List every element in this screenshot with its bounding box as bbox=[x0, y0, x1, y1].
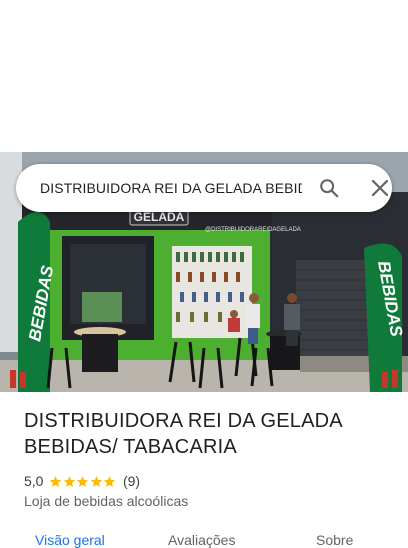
star-rating bbox=[49, 475, 117, 488]
rating-row[interactable]: 5,0 (9) bbox=[24, 472, 140, 490]
star-icon bbox=[50, 475, 62, 487]
star-icon bbox=[104, 475, 116, 487]
place-category: Loja de bebidas alcoólicas bbox=[24, 493, 189, 509]
star-icon bbox=[77, 475, 89, 487]
close-icon[interactable] bbox=[371, 179, 389, 197]
map-blank-area bbox=[0, 0, 408, 152]
store-handle-text: @DISTRIBUIDORAREIDAGELADA bbox=[205, 227, 301, 233]
place-title: DISTRIBUIDORA REI DA GELADA BEBIDAS/ TAB… bbox=[24, 410, 342, 458]
star-icon bbox=[90, 475, 103, 487]
place-tabs: Visão geral Avaliações Sobre bbox=[0, 528, 408, 548]
review-count[interactable]: (9) bbox=[123, 473, 140, 489]
star-icon bbox=[63, 475, 76, 487]
tab-overview[interactable]: Visão geral bbox=[35, 532, 105, 548]
search-input[interactable]: DISTRIBUIDORA REI DA GELADA BEBIDAS bbox=[40, 180, 302, 196]
tab-reviews[interactable]: Avaliações bbox=[168, 532, 235, 548]
search-bar[interactable]: DISTRIBUIDORA REI DA GELADA BEBIDAS bbox=[16, 164, 392, 212]
store-sign-text: GELADA bbox=[134, 210, 185, 224]
search-icon[interactable] bbox=[318, 177, 340, 199]
rating-value: 5,0 bbox=[24, 473, 44, 489]
tab-about[interactable]: Sobre bbox=[316, 532, 353, 548]
